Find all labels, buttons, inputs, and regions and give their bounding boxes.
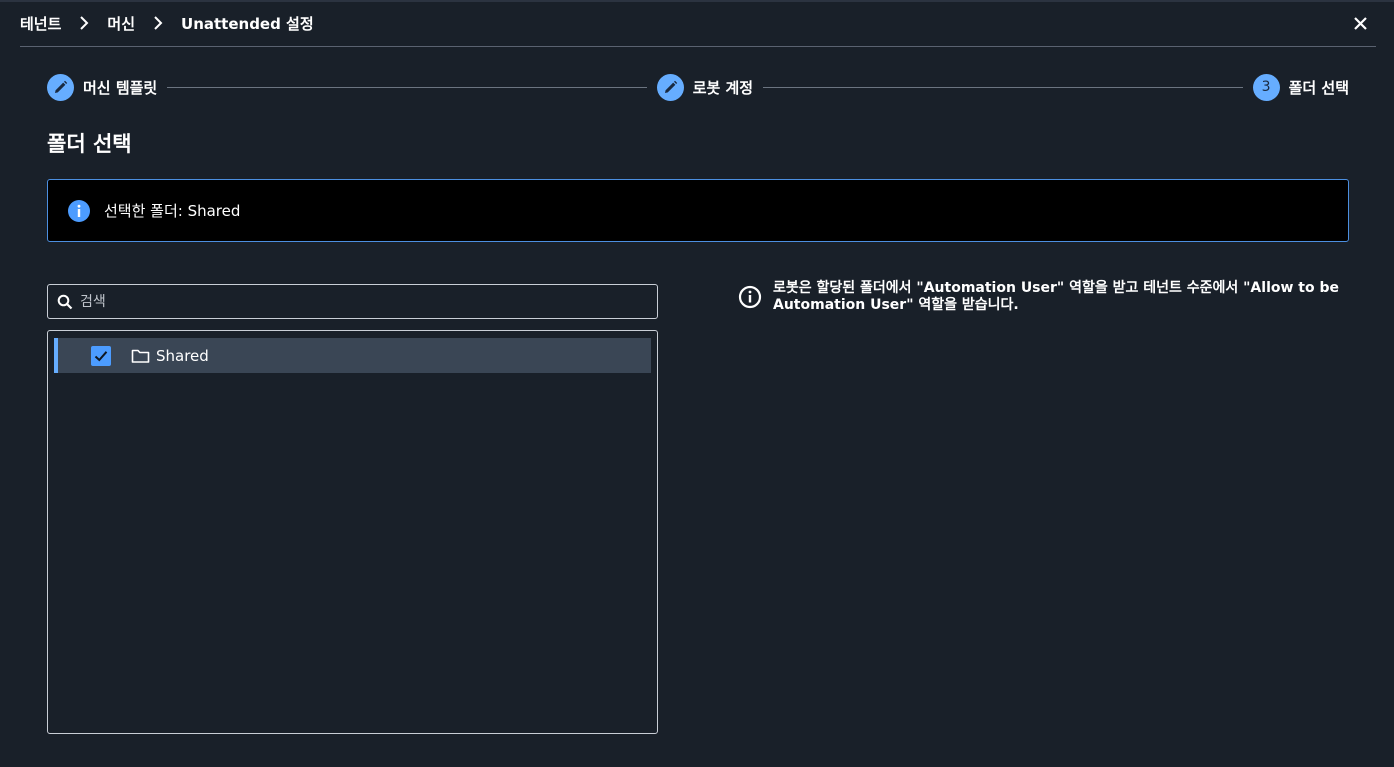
role-info-note: 로봇은 할당된 폴더에서 "Automation User" 역할을 받고 테넌…: [738, 280, 1348, 314]
breadcrumb: 테넌트 머신 Unattended 설정: [20, 12, 314, 34]
chevron-right-icon: [135, 16, 181, 30]
step-machine-template[interactable]: 머신 템플릿: [47, 73, 158, 101]
step-robot-account[interactable]: 로봇 계정: [656, 73, 754, 101]
close-icon: [1353, 15, 1367, 34]
step-label: 로봇 계정: [692, 78, 754, 97]
role-info-text: 로봇은 할당된 폴더에서 "Automation User" 역할을 받고 테넌…: [773, 280, 1339, 313]
header-divider: [20, 46, 1376, 47]
info-icon: [68, 199, 90, 222]
step-folder-select: 3 폴더 선택: [1252, 73, 1350, 101]
close-button[interactable]: [1348, 12, 1372, 36]
step-connector: [763, 86, 1243, 88]
selection-indicator: [54, 338, 58, 373]
chevron-right-icon: [61, 16, 107, 30]
tree-row[interactable]: Shared: [54, 338, 651, 373]
step-label: 폴더 선택: [1288, 78, 1350, 97]
pencil-icon: [47, 73, 74, 101]
info-outline-icon: [738, 285, 762, 309]
breadcrumb-item-tenant[interactable]: 테넌트: [20, 13, 61, 34]
pencil-icon: [656, 73, 684, 101]
folder-checkbox[interactable]: [91, 345, 111, 366]
folder-tree: Shared: [47, 330, 658, 734]
search-box[interactable]: [47, 284, 658, 319]
banner-text: 선택한 폴더: Shared: [104, 202, 241, 220]
step-label: 머신 템플릿: [83, 78, 158, 97]
step-connector: [167, 86, 647, 88]
breadcrumb-item-unattended-settings: Unattended 설정: [181, 14, 314, 33]
selected-folder-banner: 선택한 폴더: Shared: [47, 179, 1349, 242]
step-number-badge: 3: [1252, 73, 1280, 101]
folder-name: Shared: [156, 346, 209, 365]
page-title: 폴더 선택: [47, 132, 132, 156]
search-input[interactable]: [78, 292, 642, 311]
stepper: 머신 템플릿 로봇 계정 3 폴더 선택: [47, 72, 1349, 102]
step-number: 3: [1261, 79, 1271, 95]
breadcrumb-item-machine[interactable]: 머신: [107, 13, 135, 34]
window-top-edge: [0, 0, 1394, 2]
search-icon: [56, 293, 74, 311]
folder-icon: [130, 346, 150, 366]
